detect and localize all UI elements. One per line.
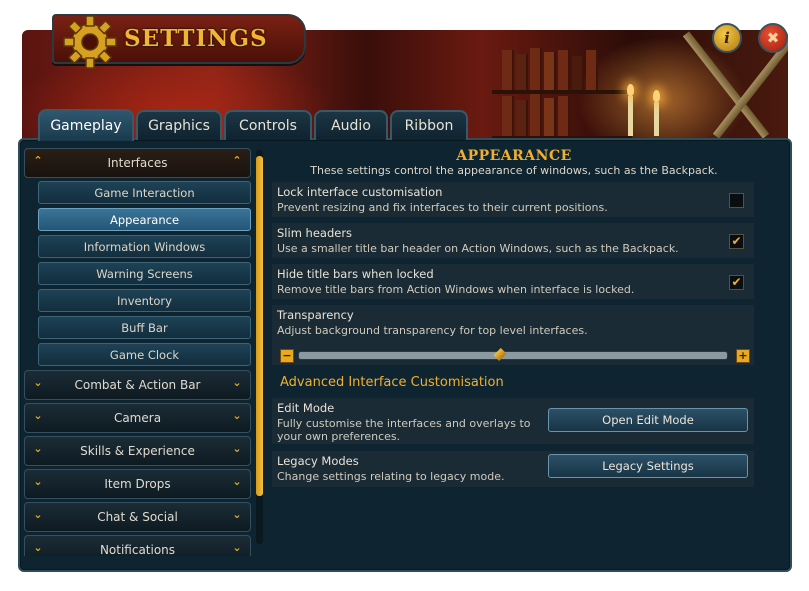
advanced-section-title: Advanced Interface Customisation [280, 375, 504, 390]
sidebar-item-game-clock[interactable]: Game Clock [38, 343, 251, 366]
category-label: Skills & Experience [80, 444, 195, 458]
chevron-down-icon: ⌄ [33, 442, 43, 455]
option-title: Legacy Modes [277, 454, 359, 468]
category-label: Chat & Social [97, 510, 178, 524]
option-description: Change settings relating to legacy mode. [277, 470, 505, 483]
legacy-settings-button[interactable]: Legacy Settings [548, 454, 748, 478]
bookshelf-art [544, 52, 556, 90]
chevron-down-icon: ⌄ [33, 376, 43, 389]
tab-ribbon[interactable]: Ribbon [390, 110, 468, 140]
category-chat-social[interactable]: ⌄ Chat & Social ⌄ [24, 502, 251, 532]
option-title: Slim headers [277, 226, 353, 240]
section-title: APPEARANCE [456, 148, 572, 164]
appearance-panel: APPEARANCE These settings control the ap… [272, 146, 756, 556]
chevron-down-icon: ⌄ [232, 541, 242, 554]
bookshelf-art [492, 90, 632, 94]
candle-art [628, 96, 633, 136]
category-label: Combat & Action Bar [74, 378, 201, 392]
bookshelf-art [544, 98, 556, 136]
option-lock-interface[interactable]: Lock interface customisation Prevent res… [272, 182, 754, 217]
bookshelf-art [516, 54, 528, 90]
category-item-drops[interactable]: ⌄ Item Drops ⌄ [24, 469, 251, 499]
sidebar-item-appearance[interactable]: Appearance [38, 208, 251, 231]
option-description: Use a smaller title bar header on Action… [277, 242, 679, 255]
open-edit-mode-button[interactable]: Open Edit Mode [548, 408, 748, 432]
scrollbar-thumb[interactable] [256, 156, 263, 496]
chevron-up-icon: ⌃ [33, 154, 43, 167]
tab-graphics[interactable]: Graphics [136, 110, 222, 140]
sidebar-item-buff-bar[interactable]: Buff Bar [38, 316, 251, 339]
candle-flame-art [653, 90, 660, 102]
category-skills-experience[interactable]: ⌄ Skills & Experience ⌄ [24, 436, 251, 466]
sidebar-item-information-windows[interactable]: Information Windows [38, 235, 251, 258]
bookshelf-art [516, 100, 528, 136]
bookshelf-art [558, 50, 570, 90]
close-icon[interactable]: ✖ [758, 23, 788, 53]
bookshelf-art [530, 48, 542, 90]
sidebar-item-inventory[interactable]: Inventory [38, 289, 251, 312]
option-title: Lock interface customisation [277, 185, 443, 199]
chevron-down-icon: ⌄ [232, 508, 242, 521]
category-camera[interactable]: ⌄ Camera ⌄ [24, 403, 251, 433]
tab-audio[interactable]: Audio [314, 110, 388, 140]
chevron-up-icon: ⌃ [232, 154, 242, 167]
category-notifications[interactable]: ⌄ Notifications ⌄ [24, 535, 251, 556]
chevron-down-icon: ⌄ [232, 409, 242, 422]
option-description: Adjust background transparency for top l… [277, 324, 588, 337]
title-plate: SETTINGS [52, 14, 306, 69]
candle-flame-art [627, 84, 634, 96]
sidebar-item-game-interaction[interactable]: Game Interaction [38, 181, 251, 204]
sidebar-item-warning-screens[interactable]: Warning Screens [38, 262, 251, 285]
chevron-down-icon: ⌄ [33, 541, 43, 554]
hide-title-bars-checkbox[interactable]: ✔ [729, 275, 744, 290]
category-label: Notifications [99, 543, 176, 556]
slim-headers-checkbox[interactable]: ✔ [729, 234, 744, 249]
chevron-down-icon: ⌄ [33, 409, 43, 422]
bookshelf-art [572, 56, 584, 90]
bookshelf-art [530, 94, 542, 136]
tab-controls[interactable]: Controls [224, 110, 312, 140]
option-title: Edit Mode [277, 401, 335, 415]
bookshelf-art [502, 96, 514, 136]
option-description: Prevent resizing and fix interfaces to t… [277, 201, 608, 214]
option-description: Remove title bars from Action Windows wh… [277, 283, 635, 296]
option-slim-headers[interactable]: Slim headers Use a smaller title bar hea… [272, 223, 754, 258]
sidebar: ⌃ Interfaces ⌃ Game Interaction Appearan… [24, 146, 260, 556]
option-title: Hide title bars when locked [277, 267, 434, 281]
chevron-down-icon: ⌄ [33, 508, 43, 521]
option-legacy-modes: Legacy Modes Change settings relating to… [272, 451, 754, 487]
transparency-slider[interactable] [298, 351, 728, 360]
bookshelf-art [558, 96, 570, 136]
gear-icon [63, 15, 117, 69]
candle-art [654, 102, 659, 136]
category-combat-action-bar[interactable]: ⌄ Combat & Action Bar ⌄ [24, 370, 251, 400]
chevron-down-icon: ⌄ [232, 376, 242, 389]
section-description: These settings control the appearance of… [310, 164, 718, 177]
option-edit-mode: Edit Mode Fully customise the interfaces… [272, 398, 754, 444]
option-hide-title-bars[interactable]: Hide title bars when locked Remove title… [272, 264, 754, 299]
chevron-down-icon: ⌄ [33, 475, 43, 488]
option-title: Transparency [277, 308, 354, 322]
lock-interface-checkbox[interactable] [729, 193, 744, 208]
chevron-down-icon: ⌄ [232, 442, 242, 455]
category-interfaces[interactable]: ⌃ Interfaces ⌃ [24, 148, 251, 178]
transparency-decrease-button[interactable]: − [280, 349, 294, 363]
window-title: SETTINGS [124, 25, 268, 52]
category-label: Item Drops [104, 477, 171, 491]
tab-gameplay[interactable]: Gameplay [38, 109, 134, 141]
category-label: Camera [113, 411, 162, 425]
sidebar-scrollbar[interactable] [256, 150, 263, 544]
option-description: Fully customise the interfaces and overl… [277, 417, 531, 443]
info-icon[interactable]: i [712, 23, 742, 53]
bookshelf-art [586, 50, 598, 90]
option-transparency: Transparency Adjust background transpare… [272, 305, 754, 365]
bookshelf-art [502, 50, 514, 90]
category-label: Interfaces [107, 156, 168, 170]
chevron-down-icon: ⌄ [232, 475, 242, 488]
transparency-increase-button[interactable]: + [736, 349, 750, 363]
